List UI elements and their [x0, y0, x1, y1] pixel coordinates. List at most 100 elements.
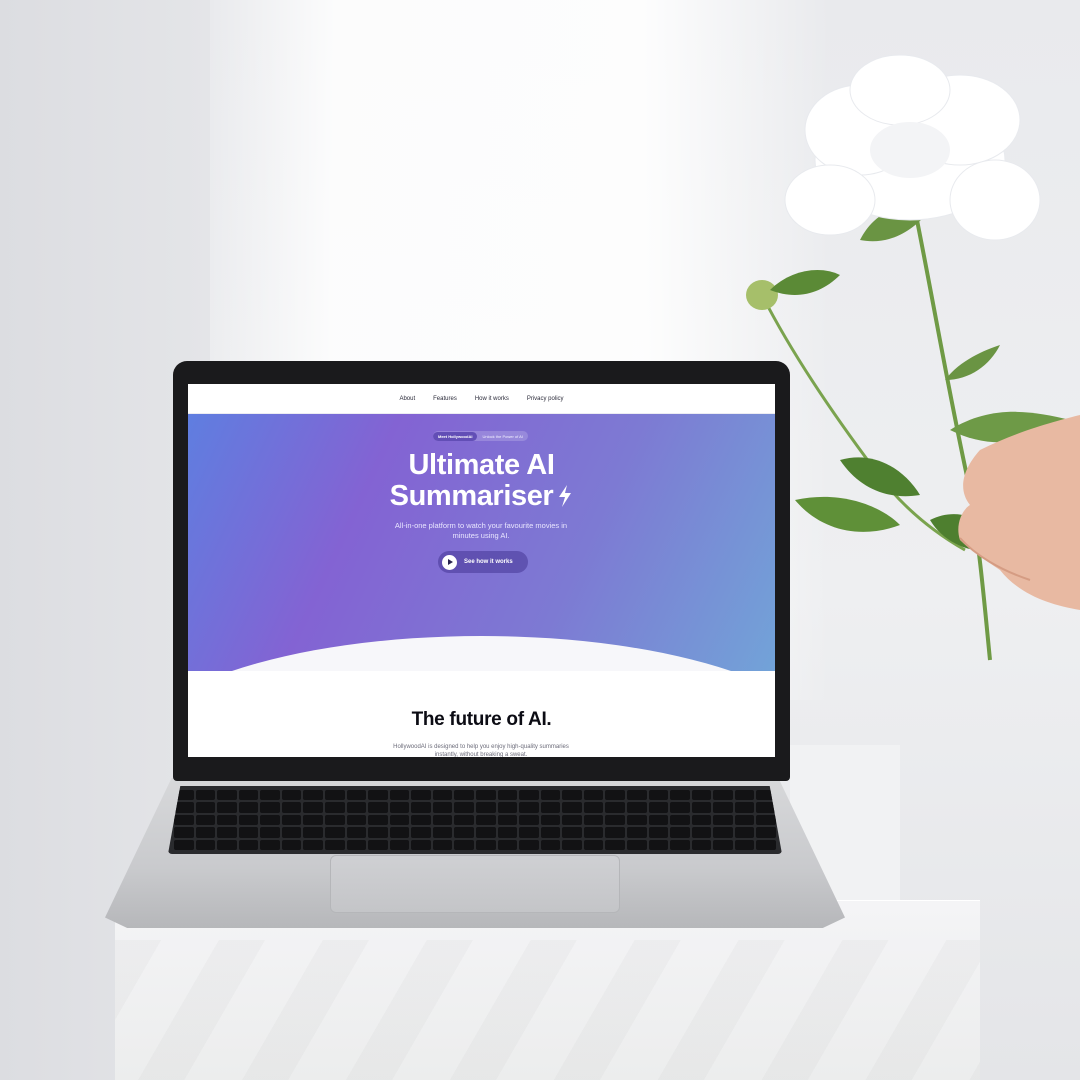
- keyboard-key: [217, 839, 237, 850]
- keyboard-key: [605, 814, 625, 826]
- keyboard-key: [281, 827, 302, 838]
- keyboard-key: [497, 839, 518, 850]
- nav-how-it-works[interactable]: How it works: [475, 396, 509, 402]
- keyboard-key: [562, 790, 582, 801]
- keyboard-key: [411, 790, 431, 801]
- keyboard-key: [497, 790, 518, 801]
- keyboard-key: [605, 802, 625, 813]
- keyboard-key: [562, 839, 582, 850]
- keyboard-key: [648, 839, 669, 850]
- keyboard-key: [389, 814, 410, 826]
- keyboard-key: [238, 790, 259, 801]
- see-how-it-works-button[interactable]: See how it works: [438, 551, 528, 573]
- keyboard-key: [238, 827, 259, 838]
- keyboard-key: [497, 827, 518, 838]
- keyboard-key: [497, 802, 518, 813]
- keyboard-key: [238, 814, 259, 826]
- keyboard-key: [217, 790, 237, 801]
- keyboard-key: [432, 814, 453, 826]
- keyboard-key: [540, 839, 561, 850]
- keyboard-key: [691, 790, 712, 801]
- keyboard-key: [670, 790, 690, 801]
- hero-title-line1: Ultimate AI: [408, 449, 555, 481]
- keyboard-key: [411, 827, 431, 838]
- keyboard-key: [303, 814, 323, 826]
- keyboard-key: [583, 802, 604, 813]
- keyboard-key: [411, 802, 431, 813]
- keyboard: [168, 786, 782, 854]
- keyboard-key: [195, 839, 216, 850]
- keyboard-key: [238, 802, 259, 813]
- keyboard-key: [756, 839, 776, 850]
- keyboard-key: [368, 802, 388, 813]
- keyboard-key: [454, 827, 474, 838]
- hero-badge: Meet HollywoodAI Unlock the Power of AI: [433, 431, 528, 441]
- keyboard-key: [195, 827, 216, 838]
- keyboard-key: [670, 827, 690, 838]
- hero-subtitle: All-in-one platform to watch your favour…: [394, 521, 568, 540]
- keyboard-key: [713, 802, 733, 813]
- keyboard-key: [368, 814, 388, 826]
- keyboard-key: [281, 814, 302, 826]
- keyboard-key: [368, 790, 388, 801]
- keyboard-key: [475, 802, 496, 813]
- cta-label: See how it works: [464, 559, 513, 565]
- keyboard-key: [519, 814, 539, 826]
- keyboard-key: [562, 802, 582, 813]
- keyboard-key: [454, 790, 474, 801]
- keyboard-key: [281, 790, 302, 801]
- future-section: The future of AI. HollywoodAI is designe…: [188, 671, 775, 757]
- keyboard-key: [432, 827, 453, 838]
- keyboard-key: [475, 839, 496, 850]
- keyboard-key: [648, 802, 669, 813]
- badge-pill: Meet HollywoodAI: [433, 431, 478, 441]
- keyboard-key: [303, 827, 323, 838]
- keyboard-key: [562, 827, 582, 838]
- keyboard-key: [519, 827, 539, 838]
- keyboard-key: [670, 814, 690, 826]
- keyboard-key: [346, 790, 367, 801]
- keyboard-key: [260, 839, 280, 850]
- keyboard-key: [475, 827, 496, 838]
- keyboard-key: [432, 802, 453, 813]
- keyboard-key: [605, 839, 625, 850]
- keyboard-key: [303, 802, 323, 813]
- keyboard-key: [540, 790, 561, 801]
- keyboard-key: [605, 790, 625, 801]
- nav-about[interactable]: About: [399, 396, 415, 402]
- nav-features[interactable]: Features: [433, 396, 457, 402]
- keyboard-key: [583, 827, 604, 838]
- hero-title-line2: Summariser: [389, 480, 554, 512]
- keyboard-key: [713, 839, 733, 850]
- nav-privacy-policy[interactable]: Privacy policy: [527, 396, 564, 402]
- keyboard-key: [540, 814, 561, 826]
- keyboard-key: [734, 814, 755, 826]
- trackpad: [330, 855, 620, 913]
- keyboard-key: [217, 814, 237, 826]
- keyboard-key: [432, 790, 453, 801]
- keyboard-key: [475, 814, 496, 826]
- keyboard-key: [670, 802, 690, 813]
- keyboard-key: [260, 827, 280, 838]
- keyboard-key: [648, 790, 669, 801]
- keyboard-key: [648, 814, 669, 826]
- keyboard-key: [260, 790, 280, 801]
- keyboard-key: [217, 802, 237, 813]
- keyboard-key: [519, 839, 539, 850]
- keyboard-key: [389, 827, 410, 838]
- keyboard-key: [713, 827, 733, 838]
- keyboard-key: [475, 790, 496, 801]
- keyboard-key: [734, 839, 755, 850]
- keyboard-key: [713, 790, 733, 801]
- keyboard-key: [411, 839, 431, 850]
- keyboard-key: [411, 814, 431, 826]
- keyboard-key: [454, 814, 474, 826]
- keyboard-key: [260, 814, 280, 826]
- keyboard-key: [174, 814, 194, 826]
- keyboard-key: [605, 827, 625, 838]
- keyboard-key: [626, 790, 647, 801]
- keyboard-key: [626, 839, 647, 850]
- keyboard-key: [540, 827, 561, 838]
- hero-title: Ultimate AI Summariser: [188, 450, 775, 512]
- play-icon: [442, 554, 457, 570]
